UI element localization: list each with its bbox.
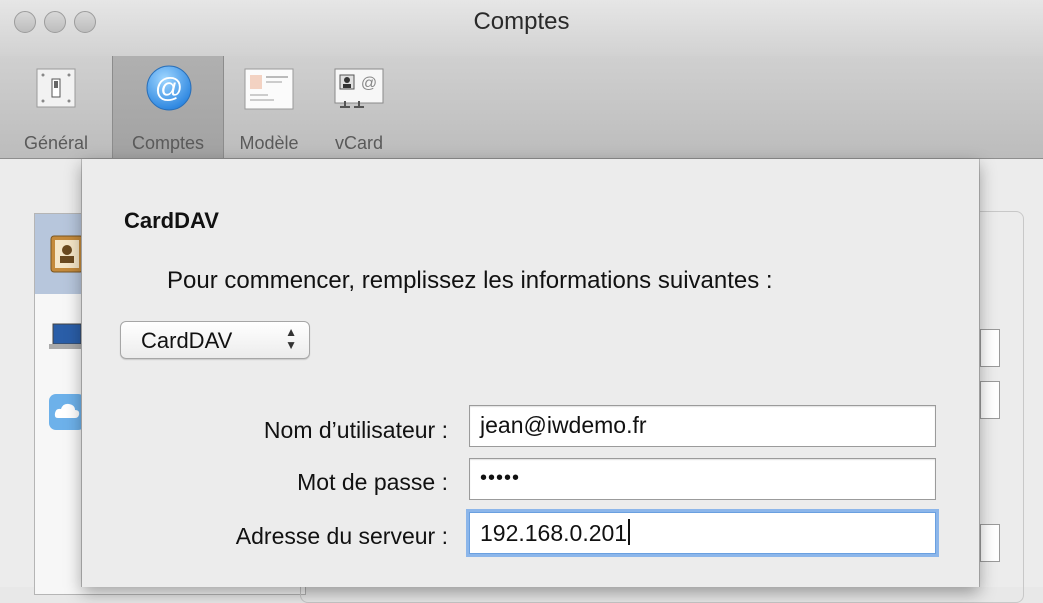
window-titlebar: Comptes <box>0 0 1043 56</box>
background-server-field-edge <box>980 381 1000 419</box>
address-book-icon <box>50 235 84 273</box>
svg-text:@: @ <box>361 75 377 92</box>
tab-general[interactable]: Général <box>0 56 112 158</box>
window-title: Comptes <box>473 8 570 35</box>
password-field[interactable]: ••••• <box>469 458 936 500</box>
tab-vcard[interactable]: @ vCard <box>314 56 404 158</box>
username-label: Nom d’utilisateur : <box>263 417 448 443</box>
username-field[interactable]: jean@iwdemo.fr <box>469 405 936 447</box>
password-label: Mot de passe : <box>297 469 448 495</box>
username-value: jean@iwdemo.fr <box>480 412 647 438</box>
sheet-title: CardDAV <box>124 208 219 233</box>
preferences-toolbar: Général @ Comptes Modèle @ vCard <box>0 56 1043 159</box>
server-address-field[interactable]: 192.168.0.201 <box>469 512 936 554</box>
server-label: Adresse du serveur : <box>235 523 448 549</box>
background-name-field-edge <box>980 329 1000 367</box>
text-caret <box>628 519 631 545</box>
switch-icon <box>36 68 76 108</box>
sheet-intro-text: Pour commencer, remplissez les informati… <box>167 267 773 294</box>
vcard-icon: @ <box>334 68 384 108</box>
carddav-sheet: CardDAV Pour commencer, remplissez les i… <box>82 159 979 587</box>
password-value: ••••• <box>480 467 521 489</box>
cloud-icon <box>49 394 85 430</box>
at-sign-icon: @ <box>146 65 192 111</box>
updown-arrows-icon: ▲ ▼ <box>285 325 297 352</box>
tab-comptes[interactable]: @ Comptes <box>112 56 224 158</box>
server-address-text: 192.168.0.201 <box>480 520 628 546</box>
tab-vcard-label: vCard <box>334 133 383 153</box>
server-address-value: 192.168.0.201 <box>480 519 631 547</box>
account-type-popup[interactable]: CardDAV ▲ ▼ <box>120 321 310 359</box>
laptop-icon <box>49 323 85 349</box>
tab-general-label: Général <box>23 133 89 153</box>
tab-modele[interactable]: Modèle <box>224 56 314 158</box>
tab-modele-label: Modèle <box>239 133 299 153</box>
card-template-icon <box>244 68 294 110</box>
background-field-edge <box>980 524 1000 562</box>
svg-text:@: @ <box>155 72 183 103</box>
tab-comptes-label: Comptes <box>131 133 205 153</box>
account-type-value: CardDAV <box>141 328 233 353</box>
